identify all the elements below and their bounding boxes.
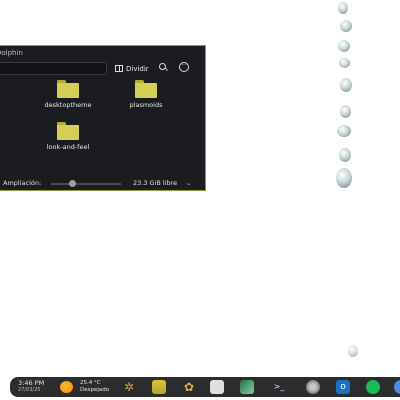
terminal-icon[interactable]: >_ bbox=[272, 380, 286, 394]
clock-date: 27/03/25 bbox=[18, 387, 41, 393]
file-item[interactable]: plasmoids bbox=[116, 80, 176, 109]
taskbar: 3:46 PM 27/03/25 25.4 °C Despejado ✲ ✿ >… bbox=[10, 377, 400, 397]
weather-temp: 25.4 °C bbox=[80, 380, 101, 386]
file-item[interactable]: look-and-feel bbox=[38, 122, 98, 151]
free-space-label: 23.3 GiB libre bbox=[133, 179, 178, 187]
location-bar[interactable] bbox=[0, 62, 107, 75]
file-item[interactable]: desktoptheme bbox=[38, 80, 98, 109]
sun-icon[interactable] bbox=[60, 381, 73, 393]
menu-icon[interactable]: ··· bbox=[179, 62, 189, 72]
toolbar: Dividir ··· bbox=[0, 60, 205, 78]
file-item-partial[interactable] bbox=[0, 80, 37, 101]
system-settings-icon[interactable] bbox=[306, 380, 320, 394]
folder-icon bbox=[135, 80, 157, 98]
folder-icon bbox=[57, 80, 79, 98]
file-item-label: plasmoids bbox=[129, 101, 163, 109]
app-icon[interactable] bbox=[394, 380, 400, 394]
dolphin-window[interactable]: Dolphin Dividir ··· desktoptheme plasmoi… bbox=[0, 45, 206, 191]
outlook-icon[interactable]: o bbox=[336, 380, 350, 394]
split-button[interactable]: Dividir bbox=[115, 62, 149, 75]
clock[interactable]: 3:46 PM 27/03/25 bbox=[18, 380, 44, 394]
folder-icon bbox=[57, 122, 79, 140]
zoom-slider[interactable] bbox=[51, 180, 121, 187]
chevron-down-icon[interactable]: ⌄ bbox=[186, 177, 191, 190]
window-title: Dolphin bbox=[0, 49, 23, 57]
spotify-icon[interactable] bbox=[366, 380, 380, 394]
settings-icon[interactable]: ✿ bbox=[182, 380, 196, 394]
zoom-slider-handle[interactable] bbox=[68, 180, 76, 187]
weather-widget[interactable]: 25.4 °C Despejado bbox=[80, 380, 109, 394]
file-item-label: look-and-feel bbox=[46, 143, 90, 151]
search-icon[interactable] bbox=[159, 63, 166, 70]
split-view-icon bbox=[115, 65, 123, 72]
file-item-label: desktoptheme bbox=[44, 101, 92, 109]
zoom-label: Ampliación: bbox=[3, 179, 42, 187]
status-bar: Ampliación: 23.3 GiB libre ⌄ bbox=[0, 177, 205, 190]
file-view: desktoptheme plasmoids look-and-feel bbox=[0, 78, 205, 178]
split-button-label: Dividir bbox=[126, 64, 149, 73]
file-manager-icon[interactable] bbox=[152, 380, 166, 394]
kde-launcher-icon[interactable]: ✲ bbox=[122, 380, 136, 394]
store-icon[interactable] bbox=[210, 380, 224, 394]
weather-desc: Despejado bbox=[80, 387, 110, 393]
image-viewer-icon[interactable] bbox=[240, 380, 254, 394]
clock-time: 3:46 PM bbox=[18, 379, 45, 387]
